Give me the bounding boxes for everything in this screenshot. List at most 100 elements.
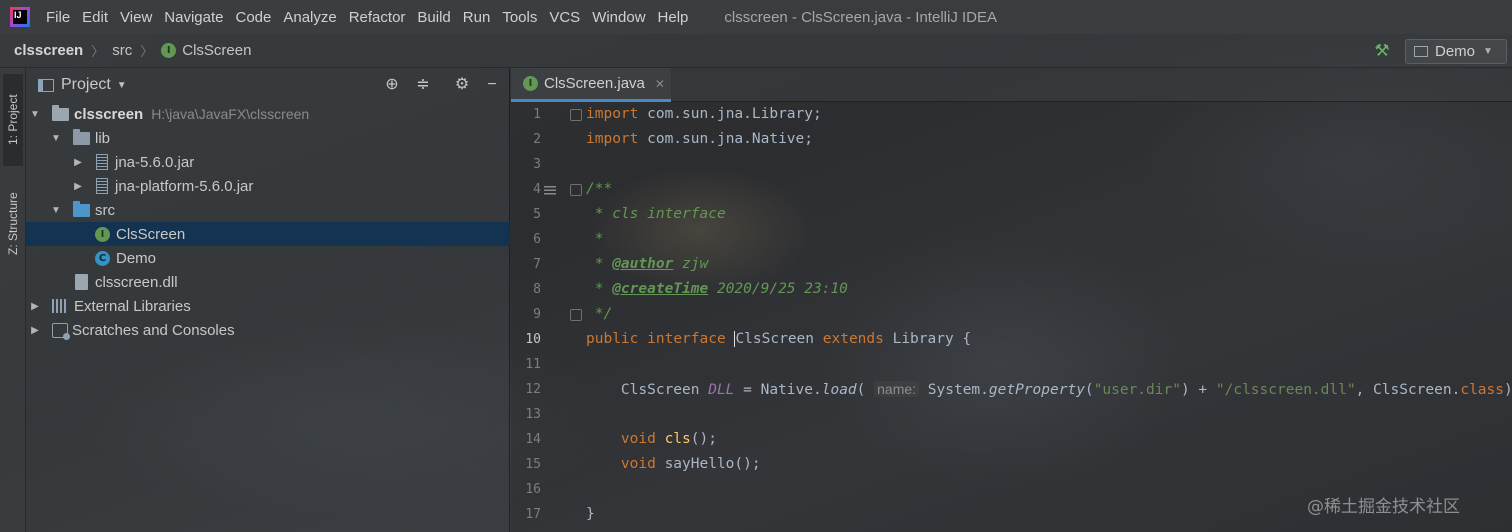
tree-item-label: Scratches and Consoles: [72, 321, 235, 339]
run-configuration-dropdown[interactable]: Demo ▼: [1405, 39, 1507, 64]
menu-window[interactable]: Window: [592, 9, 645, 26]
menu-run[interactable]: Run: [463, 9, 491, 26]
render-doc-icon[interactable]: [544, 186, 556, 196]
expand-arrow-icon[interactable]: ▼: [49, 133, 63, 144]
interface-icon: I: [161, 43, 177, 58]
code-line-15[interactable]: void sayHello();: [586, 452, 761, 477]
tree-item-scratches[interactable]: ▶ Scratches and Consoles: [26, 318, 510, 342]
tree-item-label: External Libraries: [74, 297, 191, 315]
fold-marker-icon[interactable]: [570, 309, 582, 321]
tool-tab-project[interactable]: 1: Project: [3, 74, 23, 166]
menu-tools[interactable]: Tools: [502, 9, 537, 26]
tree-item-lib[interactable]: ▼ lib: [26, 126, 510, 150]
tree-item-clsscreen[interactable]: I ClsScreen: [26, 222, 510, 246]
expand-arrow-icon[interactable]: ▶: [28, 301, 42, 312]
breadcrumb-file[interactable]: ClsScreen: [182, 42, 251, 59]
file-icon: [75, 274, 88, 290]
line-number: 17: [525, 507, 541, 522]
code-line-12[interactable]: ClsScreen DLL = Native.load( name: Syste…: [586, 377, 1512, 402]
menu-edit[interactable]: Edit: [82, 9, 108, 26]
menu-file[interactable]: File: [46, 9, 70, 26]
expand-arrow-icon[interactable]: ▶: [71, 157, 85, 168]
menu-bar: IJ File Edit View Navigate Code Analyze …: [0, 0, 1512, 34]
code-line-6[interactable]: *: [586, 227, 604, 252]
line-number: 4: [533, 182, 541, 197]
project-path-hint: H:\java\JavaFX\clsscreen: [151, 106, 310, 122]
hammer-icon[interactable]: ⚒: [1372, 41, 1392, 61]
code-line-17[interactable]: }: [586, 502, 595, 527]
expand-arrow-icon[interactable]: ▶: [71, 181, 85, 192]
code-line-2[interactable]: import com.sun.jna.Native;: [586, 127, 813, 152]
close-icon[interactable]: ✕: [655, 77, 665, 91]
editor-tab-clsscreen[interactable]: I ClsScreen.java ✕: [511, 68, 671, 102]
parameter-hint: name:: [874, 381, 920, 397]
tree-item-project-root[interactable]: ▼ clsscreen H:\java\JavaFX\clsscreen: [26, 102, 510, 126]
tree-item-jna-jar[interactable]: ▶ jna-5.6.0.jar: [26, 150, 510, 174]
tree-item-label: ClsScreen: [116, 225, 186, 243]
line-number: 15: [525, 457, 541, 472]
hide-panel-icon[interactable]: −: [482, 75, 502, 95]
jar-icon: [96, 178, 108, 194]
project-tool-window: Project ▼ ⊕ ≑ ⚙ − ▼ clsscreen H:\java\Ja…: [26, 68, 510, 532]
left-tool-stripe: 1: Project Z: Structure: [0, 68, 26, 532]
line-number: 3: [533, 157, 541, 172]
code-line-14[interactable]: void cls();: [586, 427, 717, 452]
jar-icon: [96, 154, 108, 170]
tree-item-label: clsscreen.dll: [95, 273, 178, 291]
chevron-down-icon[interactable]: ▼: [117, 80, 127, 91]
tree-item-demo[interactable]: C Demo: [26, 246, 510, 270]
editor-gutter: 1 2 3 4 5 6 7 8 9 10 11 12 13 14 15 16 1…: [511, 102, 585, 532]
breadcrumb-project[interactable]: clsscreen: [14, 42, 83, 59]
menu-navigate[interactable]: Navigate: [164, 9, 223, 26]
breadcrumb-separator-icon: 〉: [91, 44, 105, 59]
menu-analyze[interactable]: Analyze: [283, 9, 336, 26]
expand-arrow-icon[interactable]: ▼: [28, 109, 42, 120]
tree-item-label: src: [95, 201, 115, 219]
intellij-logo-icon: IJ: [10, 7, 30, 27]
code-line-10[interactable]: public interface ClsScreen extends Libra…: [586, 327, 971, 352]
line-number: 13: [525, 407, 541, 422]
tree-item-label: jna-platform-5.6.0.jar: [115, 177, 254, 195]
fold-marker-icon[interactable]: [570, 109, 582, 121]
menu-refactor[interactable]: Refactor: [349, 9, 406, 26]
line-number-current: 10: [525, 332, 541, 347]
interface-icon: I: [95, 226, 110, 242]
code-line-4[interactable]: /**: [586, 177, 612, 202]
tree-item-dll[interactable]: clsscreen.dll: [26, 270, 510, 294]
gear-icon[interactable]: ⚙: [452, 75, 472, 95]
line-number: 8: [533, 282, 541, 297]
text-caret: ClsScreen: [734, 331, 815, 347]
expand-arrow-icon[interactable]: ▼: [49, 205, 63, 216]
line-number: 12: [525, 382, 541, 397]
project-view-selector[interactable]: Project: [61, 76, 111, 94]
tree-item-jna-platform-jar[interactable]: ▶ jna-platform-5.6.0.jar: [26, 174, 510, 198]
fold-marker-icon[interactable]: [570, 184, 582, 196]
menu-code[interactable]: Code: [235, 9, 271, 26]
application-config-icon: [1414, 46, 1428, 57]
code-line-5[interactable]: * cls interface: [586, 202, 726, 227]
breadcrumb-src[interactable]: src: [112, 42, 132, 59]
tool-tab-project-label: 1: Project: [6, 94, 20, 146]
tree-item-external-libraries[interactable]: ▶ External Libraries: [26, 294, 510, 318]
code-line-1[interactable]: import com.sun.jna.Library;: [586, 102, 822, 127]
collapse-all-icon[interactable]: ≑: [413, 75, 433, 95]
menu-help[interactable]: Help: [658, 9, 689, 26]
locate-target-icon[interactable]: ⊕: [382, 75, 402, 95]
chevron-down-icon: ▼: [1483, 46, 1493, 57]
menu-vcs[interactable]: VCS: [549, 9, 580, 26]
code-line-7[interactable]: * @author zjw: [586, 252, 709, 277]
tool-tab-structure[interactable]: Z: Structure: [3, 176, 23, 272]
line-number: 5: [533, 207, 541, 222]
line-number: 16: [525, 482, 541, 497]
line-number: 11: [525, 357, 541, 372]
tree-item-src[interactable]: ▼ src: [26, 198, 510, 222]
project-folder-icon: [52, 104, 69, 121]
menu-build[interactable]: Build: [417, 9, 450, 26]
tree-item-label: jna-5.6.0.jar: [115, 153, 195, 171]
line-number: 9: [533, 307, 541, 322]
code-line-8[interactable]: * @createTime 2020/9/25 23:10: [586, 277, 848, 302]
expand-arrow-icon[interactable]: ▶: [28, 325, 42, 336]
code-line-9[interactable]: */: [586, 302, 612, 327]
menu-view[interactable]: View: [120, 9, 152, 26]
navigation-bar: clsscreen 〉 src 〉 I ClsScreen ⚒ Demo ▼: [0, 34, 1512, 68]
